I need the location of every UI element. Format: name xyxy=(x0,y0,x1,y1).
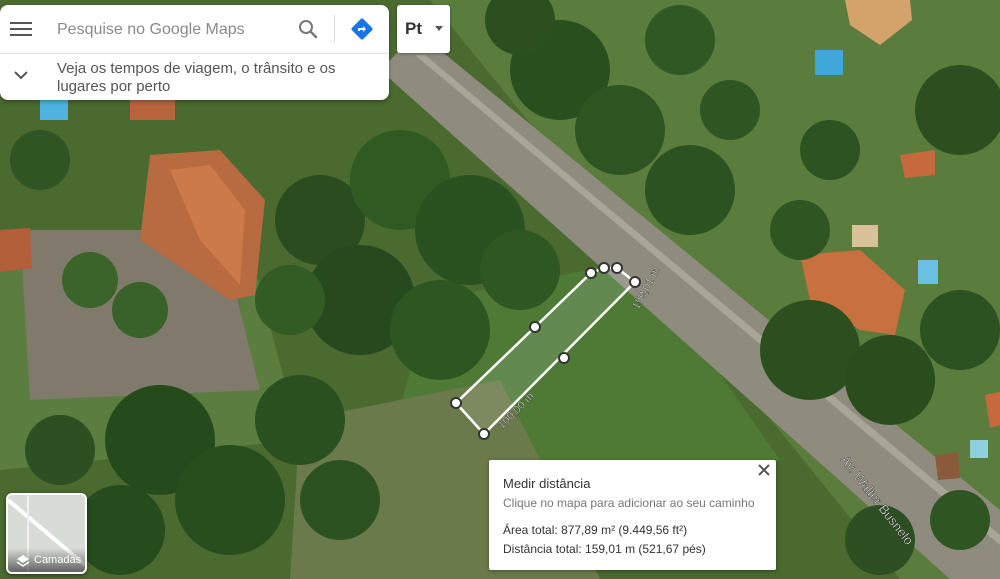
suggestion-text: Veja os tempos de viagem, o trânsito e o… xyxy=(57,60,336,95)
measure-distance-card: Medir distância Clique no mapa para adic… xyxy=(489,460,776,570)
measure-midpoint[interactable] xyxy=(558,352,570,364)
measure-vertex[interactable] xyxy=(529,321,541,333)
pool-southeast xyxy=(970,440,988,458)
menu-icon[interactable] xyxy=(10,19,32,39)
language-button[interactable]: Pt xyxy=(397,5,450,53)
sand-court xyxy=(852,225,878,247)
measure-vertex[interactable] xyxy=(611,262,623,274)
caret-down-icon xyxy=(435,26,443,31)
search-input[interactable] xyxy=(55,15,289,45)
search-divider xyxy=(334,15,335,43)
layers-icon xyxy=(16,555,30,567)
building-southeast xyxy=(935,452,960,480)
measure-hint: Clique no mapa para adicionar ao seu cam… xyxy=(503,496,755,510)
language-label: Pt xyxy=(405,19,422,38)
layers-label: Camadas xyxy=(34,554,82,566)
measure-distance: Distância total: 159,01 m (521,67 pés) xyxy=(503,542,706,556)
measure-vertex[interactable] xyxy=(598,262,610,274)
measure-vertex[interactable] xyxy=(450,397,462,409)
measure-vertex[interactable] xyxy=(585,267,597,279)
pool-west xyxy=(40,100,68,120)
measure-vertex[interactable] xyxy=(478,428,490,440)
pool-east xyxy=(918,260,938,284)
close-icon[interactable] xyxy=(757,463,771,477)
nearby-suggestion[interactable]: Veja os tempos de viagem, o trânsito e o… xyxy=(0,53,389,100)
chevron-down-icon xyxy=(14,71,28,80)
measure-vertex[interactable] xyxy=(629,276,641,288)
search-box xyxy=(0,5,389,53)
measure-title: Medir distância xyxy=(503,476,591,491)
pool-north xyxy=(815,50,843,75)
building-west xyxy=(0,228,32,272)
directions-icon[interactable] xyxy=(350,17,374,41)
search-icon[interactable] xyxy=(296,17,320,41)
layers-button[interactable]: Camadas xyxy=(6,493,87,574)
measure-area: Área total: 877,89 m² (9.449,56 ft²) xyxy=(503,523,688,537)
layers-label-bar: Camadas xyxy=(8,548,85,572)
